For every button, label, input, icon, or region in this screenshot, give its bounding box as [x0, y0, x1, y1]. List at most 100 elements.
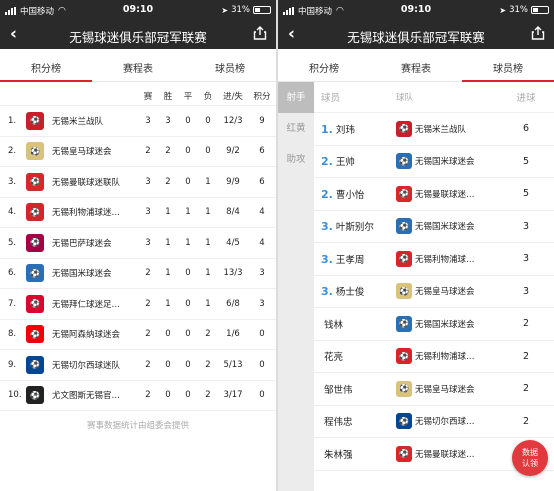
team-logo-icon: ⚽ — [26, 355, 44, 374]
nav-bar: ‹ 无锡球迷俱乐部冠军联赛 — [278, 20, 554, 49]
table-row[interactable]: 1. 刘玮 ⚽ 无锡米兰战队 6 — [314, 113, 554, 146]
points: 0 — [259, 390, 265, 401]
team-logo-icon: ⚽ — [26, 172, 44, 191]
header-goals: 进/失 — [223, 91, 243, 102]
table-row[interactable]: 5. ⚽ 无锡巴萨球迷会 3 1 1 1 4/5 4 — [0, 228, 276, 259]
team-name: 无锡米兰战队 — [52, 116, 104, 127]
lost: 0 — [205, 115, 211, 126]
goals-for-against: 8/4 — [226, 207, 240, 218]
scorers-table: 球员 球队 进球 1. 刘玮 ⚽ 无锡米兰战队 6 2. 王帅 ⚽ 无锡国米球迷会 5 2. 曹小怡 ⚽… — [314, 82, 554, 471]
team-name: 无锡米兰战队 — [415, 124, 467, 135]
battery-percent: 31% — [231, 5, 250, 15]
category-assists[interactable]: 助攻 — [278, 144, 314, 175]
status-bar: 中国移动 ◠ 09:10 ➤ 31% — [0, 0, 276, 20]
player-name: 杨士俊 — [335, 287, 365, 299]
goals: 2 — [522, 350, 530, 362]
played: 2 — [145, 268, 151, 279]
table-row[interactable]: 7. ⚽ 无锡拜仁球迷足… 2 1 0 1 6/8 3 — [0, 289, 276, 320]
table-row[interactable]: 3. 王孝周 ⚽ 无锡利物浦球… 3 — [314, 243, 554, 276]
share-icon[interactable] — [253, 26, 267, 40]
table-row[interactable]: 1. ⚽ 无锡米兰战队 3 3 0 0 12/3 9 — [0, 106, 276, 137]
table-row[interactable]: 10. ⚽ 尤文图斯无锡官… 2 0 0 2 3/17 0 — [0, 381, 276, 411]
category-cards[interactable]: 红黄 — [278, 113, 314, 144]
table-row[interactable]: 花亮 ⚽ 无锡利物浦球… 2 — [314, 341, 554, 373]
battery-icon — [531, 6, 549, 14]
tab-schedule[interactable]: 赛程表 — [370, 49, 462, 81]
goals-for-against: 9/2 — [226, 146, 240, 157]
share-icon[interactable] — [531, 26, 545, 40]
tab-schedule[interactable]: 赛程表 — [92, 49, 184, 81]
lost: 1 — [205, 268, 211, 279]
drawn: 1 — [185, 207, 191, 218]
table-row[interactable]: 钱林 ⚽ 无锡国米球迷会 2 — [314, 308, 554, 341]
goals-for-against: 9/9 — [226, 176, 240, 187]
table-row[interactable]: 2. ⚽ 无锡皇马球迷会 2 2 0 0 9/2 6 — [0, 137, 276, 167]
player-name: 花亮 — [324, 352, 344, 364]
goals-for-against: 5/13 — [223, 359, 243, 370]
tab-standings[interactable]: 积分榜 — [278, 49, 370, 81]
player-name: 刘玮 — [335, 124, 355, 136]
goals: 2 — [522, 383, 530, 395]
data-source-note: 赛事数据统计由组委会提供 — [86, 421, 189, 431]
points: 3 — [259, 268, 265, 279]
goals: 2 — [522, 318, 530, 330]
table-row[interactable]: 3. 叶斯别尔 ⚽ 无锡国米球迷会 3 — [314, 211, 554, 243]
won: 2 — [165, 176, 171, 187]
team-logo-icon: ⚽ — [26, 386, 44, 405]
player-name: 朱林强 — [324, 449, 353, 461]
standings-table: 赛 胜 平 负 进/失 积分 1. ⚽ 无锡米兰战队 3 3 0 0 12/3 9 2. ⚽ 无锡皇马… — [0, 86, 276, 411]
team-name: 无锡曼联球迷… — [415, 189, 475, 200]
category-scorers[interactable]: 射手 — [278, 82, 314, 113]
table-row[interactable]: 3. 杨士俊 ⚽ 无锡皇马球迷会 3 — [314, 276, 554, 308]
drawn: 1 — [185, 237, 191, 248]
tab-standings[interactable]: 积分榜 — [0, 49, 92, 82]
team-name: 无锡国米球迷会 — [415, 319, 475, 330]
played: 3 — [145, 207, 151, 218]
team-logo-icon: ⚽ — [26, 203, 44, 222]
header-points: 积分 — [253, 91, 271, 102]
won: 0 — [165, 390, 171, 401]
team-logo-icon: ⚽ — [396, 185, 412, 202]
goals-for-against: 6/8 — [226, 298, 240, 309]
tab-players[interactable]: 球员榜 — [462, 49, 554, 82]
tab-players[interactable]: 球员榜 — [184, 49, 276, 81]
goals: 3 — [522, 220, 530, 232]
table-row[interactable]: 4. ⚽ 无锡利物浦球迷… 3 1 1 1 8/4 4 — [0, 198, 276, 228]
header-goals: 进球 — [516, 93, 536, 104]
played: 2 — [145, 146, 151, 157]
goals: 5 — [522, 188, 530, 200]
table-row[interactable]: 程伟忠 ⚽ 无锡切尔西球… 2 — [314, 406, 554, 438]
team-name: 无锡皇马球迷会 — [415, 384, 475, 395]
table-row[interactable]: 6. ⚽ 无锡国米球迷会 2 1 0 1 13/3 3 — [0, 259, 276, 289]
table-row[interactable]: 8. ⚽ 无锡阿森纳球迷会 2 0 0 2 1/6 0 — [0, 320, 276, 350]
played: 3 — [145, 115, 151, 126]
table-row[interactable]: 3. ⚽ 无锡曼联球迷联队 3 2 0 1 9/9 6 — [0, 167, 276, 198]
rank: 8. — [8, 329, 17, 340]
table-row[interactable]: 邹世伟 ⚽ 无锡皇马球迷会 2 — [314, 373, 554, 406]
table-row[interactable]: 2. 曹小怡 ⚽ 无锡曼联球迷… 5 — [314, 178, 554, 211]
player-name: 王孝周 — [335, 254, 365, 266]
team-logo-icon: ⚽ — [396, 153, 412, 170]
goals: 3 — [522, 253, 530, 265]
team-name: 无锡巴萨球迷会 — [52, 238, 112, 249]
drawn: 0 — [185, 390, 191, 401]
data-claim-label-2: 认领 — [522, 459, 538, 468]
rank: 4. — [8, 207, 17, 218]
team-logo-icon: ⚽ — [396, 218, 412, 235]
team-name: 无锡切尔西球… — [415, 417, 475, 428]
team-name: 尤文图斯无锡官… — [52, 391, 121, 402]
lost: 1 — [205, 176, 211, 187]
rank: 1. — [8, 115, 17, 126]
lost: 2 — [205, 390, 211, 401]
rank: 9. — [8, 359, 17, 370]
team-name: 无锡阿森纳球迷会 — [52, 330, 121, 341]
tab-bar: 积分榜 赛程表 球员榜 — [0, 49, 276, 82]
table-row[interactable]: 2. 王帅 ⚽ 无锡国米球迷会 5 — [314, 146, 554, 178]
won: 1 — [165, 298, 171, 309]
data-claim-button[interactable]: 数据 认领 — [512, 440, 548, 476]
location-icon: ➤ — [221, 5, 229, 15]
team-name: 无锡利物浦球迷… — [52, 208, 121, 219]
table-row[interactable]: 9. ⚽ 无锡切尔西球迷队 2 0 0 2 5/13 0 — [0, 350, 276, 381]
drawn: 0 — [185, 268, 191, 279]
points: 9 — [259, 115, 265, 126]
